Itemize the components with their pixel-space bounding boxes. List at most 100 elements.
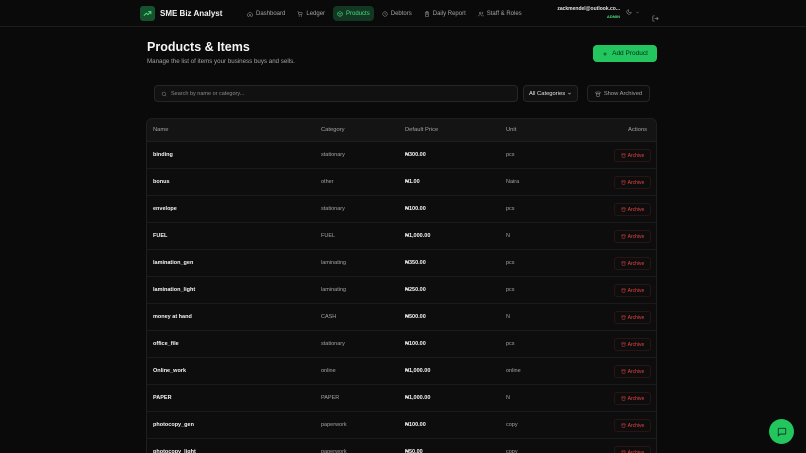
nav-label: Products — [346, 10, 370, 17]
product-name: binding — [153, 152, 173, 158]
clock-icon — [382, 11, 388, 16]
trash-icon — [621, 342, 626, 347]
archive-button[interactable]: Archive — [614, 419, 651, 432]
archive-button[interactable]: Archive — [614, 446, 651, 453]
nav-item-ledger[interactable]: Ledger — [293, 6, 329, 21]
nav-label: Daily Report — [432, 10, 466, 17]
chat-icon — [777, 427, 786, 437]
table-row[interactable]: binding stationary ₦300.00 pcs Archive — [147, 142, 656, 169]
table-row[interactable]: photocopy_light paperwork ₦50.00 copy Archiv… — [147, 439, 656, 453]
archive-button[interactable]: Archive — [614, 338, 651, 351]
archive-button[interactable]: Archive — [614, 149, 651, 162]
nav-item-products[interactable]: Products — [333, 6, 374, 21]
cart-icon — [297, 11, 303, 17]
user-info[interactable]: zackmendel@outlook.co... ADMIN — [557, 6, 620, 19]
search-input[interactable] — [171, 90, 501, 97]
nav-label: Debtors — [390, 10, 412, 17]
archive-button[interactable]: Archive — [614, 257, 651, 270]
archive-button[interactable]: Archive — [614, 176, 651, 189]
product-name: Online_work — [153, 368, 187, 374]
trash-icon — [621, 369, 626, 374]
product-price: ₦1.00 — [405, 179, 420, 185]
archive-label: Archive — [627, 422, 645, 429]
column-header-actions: Actions — [628, 127, 648, 133]
table-row[interactable]: bonus other ₦1.00 Naira Archive — [147, 169, 656, 196]
trend-up-icon — [140, 6, 155, 21]
product-category: PAPER — [321, 395, 340, 401]
product-price: ₦100.00 — [405, 422, 426, 428]
table-row[interactable]: envelope stationary ₦100.00 pcs Archive — [147, 196, 656, 223]
table-row[interactable]: lamination_gen laminating ₦350.00 pcs Archiv… — [147, 250, 656, 277]
nav-item-dashboard[interactable]: Dashboard — [243, 6, 289, 21]
product-category: stationary — [321, 341, 345, 347]
chat-button[interactable] — [769, 419, 794, 444]
trash-icon — [621, 261, 626, 266]
archive-label: Archive — [627, 368, 645, 375]
table-row[interactable]: PAPER PAPER ₦1,000.00 N Archive — [147, 385, 656, 412]
table-row[interactable]: photocopy_gen paperwork ₦100.00 copy Archive — [147, 412, 656, 439]
archive-button[interactable]: Archive — [614, 284, 651, 297]
archive-label: Archive — [627, 179, 645, 186]
nav-item-debtors[interactable]: Debtors — [378, 6, 416, 21]
archive-button[interactable]: Archive — [614, 230, 651, 243]
product-category: FUEL — [321, 233, 336, 239]
moon-icon — [626, 9, 632, 15]
page-subtitle: Manage the list of items your business b… — [147, 58, 295, 65]
product-name: PAPER — [153, 395, 172, 401]
column-header-unit[interactable]: Unit — [506, 127, 516, 133]
theme-toggle[interactable] — [626, 9, 640, 15]
archive-icon — [595, 91, 601, 96]
column-header-category[interactable]: Category — [321, 127, 345, 133]
archive-button[interactable]: Archive — [614, 365, 651, 378]
logout-icon — [652, 15, 659, 22]
brand[interactable]: SME Biz Analyst — [140, 6, 222, 21]
product-unit: pcs — [506, 287, 515, 293]
product-name: office_file — [153, 341, 179, 347]
product-category: paperwork — [321, 422, 347, 428]
chevron-down-icon — [568, 92, 571, 95]
nav-item-staff-roles[interactable]: Staff & Roles — [474, 6, 526, 21]
product-unit: copy — [506, 422, 518, 428]
archive-label: Archive — [627, 287, 645, 294]
home-icon — [247, 11, 253, 16]
product-category: online — [321, 368, 336, 374]
product-price: ₦1,000.00 — [405, 395, 431, 401]
table-row[interactable]: money at hand CASH ₦500.00 N Archive — [147, 304, 656, 331]
user-role-badge: ADMIN — [606, 14, 620, 19]
archive-button[interactable]: Archive — [614, 203, 651, 216]
table-row[interactable]: Online_work online ₦1,000.00 online Archive — [147, 358, 656, 385]
category-select-value: All Categories — [529, 90, 566, 97]
plus-icon — [603, 51, 607, 56]
archive-label: Archive — [627, 395, 645, 402]
table-row[interactable]: office_file stationary ₦100.00 pcs Archive — [147, 331, 656, 358]
nav-item-daily-report[interactable]: Daily Report — [420, 6, 470, 21]
product-category: laminating — [321, 287, 347, 293]
logout-button[interactable] — [652, 9, 659, 27]
trash-icon — [621, 153, 626, 158]
clipboard-icon — [424, 10, 429, 17]
table-row[interactable]: FUEL FUEL ₦1,000.00 N Archive — [147, 223, 656, 250]
category-select[interactable]: All Categories — [523, 85, 578, 102]
add-product-button[interactable]: Add Product — [593, 45, 657, 62]
column-header-name[interactable]: Name — [153, 127, 168, 133]
archive-label: Archive — [627, 314, 645, 321]
product-price: ₦250.00 — [405, 287, 426, 293]
product-price: ₦50.00 — [405, 449, 423, 453]
archive-label: Archive — [627, 233, 645, 240]
nav-label: Dashboard — [256, 10, 286, 17]
trash-icon — [621, 423, 626, 428]
column-header-price[interactable]: Default Price — [405, 127, 438, 133]
show-archived-button[interactable]: Show Archived — [587, 85, 650, 102]
nav-label: Ledger — [306, 10, 326, 17]
product-price: ₦1,000.00 — [405, 368, 431, 374]
product-category: laminating — [321, 260, 347, 266]
product-name: bonus — [153, 179, 170, 185]
table-row[interactable]: lamination_light laminating ₦250.00 pcs Arch… — [147, 277, 656, 304]
product-unit: pcs — [506, 260, 515, 266]
archive-button[interactable]: Archive — [614, 311, 651, 324]
trash-icon — [621, 180, 626, 185]
product-unit: N — [506, 314, 510, 320]
product-name: photocopy_gen — [153, 422, 194, 428]
archive-button[interactable]: Archive — [614, 392, 651, 405]
product-name: FUEL — [153, 233, 168, 239]
